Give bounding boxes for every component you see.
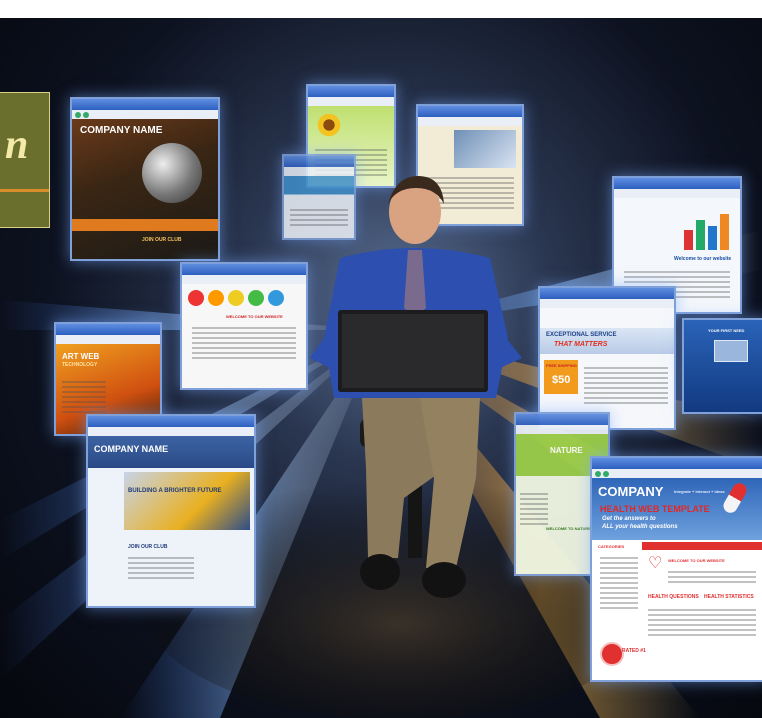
page-content: COMPANY NAME BUILDING A BRIGHTER FUTURE … (88, 436, 254, 606)
tabs-site-heading: WELCOME TO OUR WEBSITE (226, 314, 283, 319)
website-window-health: COMPANY Integrate + Interact + Ideas HEA… (590, 456, 762, 682)
health-questions: HEALTH QUESTIONS (648, 594, 699, 600)
menu-bar (642, 542, 762, 550)
bar-chart-icon (684, 210, 732, 250)
promo-text: FREE SHIPPING (546, 363, 577, 368)
window-titlebar (308, 86, 394, 97)
website-window-tabs: WELCOME TO OUR WEBSITE (180, 262, 308, 390)
window-titlebar (182, 264, 306, 275)
text-lines (648, 606, 756, 639)
text-lines (62, 378, 106, 416)
forward-icon (83, 111, 89, 118)
man-with-laptop (310, 176, 522, 598)
back-icon (75, 111, 81, 118)
text-lines (668, 568, 756, 586)
health-heading: HEALTH WEB TEMPLATE (600, 504, 710, 514)
panel-rule (0, 189, 49, 192)
window-titlebar (418, 106, 522, 117)
window-titlebar (88, 416, 254, 427)
window-titlebar (284, 156, 354, 167)
hero-image (124, 472, 250, 530)
company-blue-banner: BUILDING A BRIGHTER FUTURE (128, 488, 222, 494)
nature-title: NATURE (550, 446, 583, 455)
back-icon (595, 470, 601, 477)
tab-circles (188, 290, 300, 308)
health-tagline: Integrate + Interact + Ideas (674, 489, 725, 494)
page-content: WELCOME TO OUR WEBSITE (182, 284, 306, 388)
forward-icon (603, 470, 609, 477)
text-lines (191, 324, 297, 362)
health-categories: CATEGORIES (598, 544, 625, 549)
health-sub2: ALL your health questions (602, 524, 678, 530)
company-blue-join: JOIN OUR CLUB (128, 544, 168, 550)
window-titlebar (614, 178, 740, 189)
category-list (600, 554, 638, 612)
text-lines (128, 554, 194, 582)
promo-price: $50 (552, 374, 571, 386)
website-window-right-edge: YOUR FIRST NEED (682, 318, 762, 414)
health-welcome: WELCOME TO OUR WEBSITE (668, 558, 725, 563)
chart-site-heading: Welcome to our website (674, 256, 732, 262)
company-blue-title: COMPANY NAME (94, 444, 169, 454)
globe-icon (142, 143, 202, 203)
page-content: COMPANY Integrate + Interact + Ideas HEA… (592, 478, 762, 680)
flower-icon (316, 112, 342, 138)
health-sub1: Get the answers to (602, 516, 656, 522)
business-tagline: THAT MATTERS (554, 341, 608, 348)
art-web-title: ART WEB (62, 352, 100, 361)
laptop-icon (714, 340, 748, 362)
window-titlebar (540, 288, 674, 299)
join-text: JOIN OUR CLUB (142, 237, 182, 243)
health-rated: RATED #1 (622, 648, 646, 654)
art-web-subtitle: TECHNOLOGY (62, 362, 98, 368)
text-lines (584, 364, 668, 407)
page-content: COMPANY NAME JOIN OUR CLUB (72, 119, 218, 259)
site-title: COMPANY NAME (80, 125, 163, 136)
building-image (454, 130, 516, 168)
website-window-company-dark: COMPANY NAME JOIN OUR CLUB (70, 97, 220, 261)
page-content: YOUR FIRST NEED (684, 320, 762, 412)
health-company: COMPANY (598, 484, 664, 499)
rated-badge (600, 642, 624, 666)
olive-title-panel: n (0, 92, 50, 228)
window-titlebar (56, 324, 160, 335)
orange-strip (72, 219, 218, 231)
website-window-company-blue: COMPANY NAME BUILDING A BRIGHTER FUTURE … (86, 414, 256, 608)
panel-letter: n (5, 122, 29, 168)
heart-icon: ♡ (648, 555, 663, 572)
business-headline: EXCEPTIONAL SERVICE (546, 332, 617, 338)
health-statistics: HEALTH STATISTICS (704, 594, 754, 600)
page-content: EXCEPTIONAL SERVICE THAT MATTERS FREE SH… (540, 308, 674, 428)
promo-box: FREE SHIPPING $50 (544, 360, 578, 394)
nature-welcome: WELCOME TO NATURE (546, 526, 591, 531)
website-window-business: EXCEPTIONAL SERVICE THAT MATTERS FREE SH… (538, 286, 676, 430)
window-titlebar (592, 458, 762, 469)
right-edge-heading: YOUR FIRST NEED (708, 328, 745, 333)
photo-scene: n COMPANY NAME JOIN OUR CLUB Welcome to … (0, 0, 762, 718)
window-titlebar (72, 99, 218, 110)
